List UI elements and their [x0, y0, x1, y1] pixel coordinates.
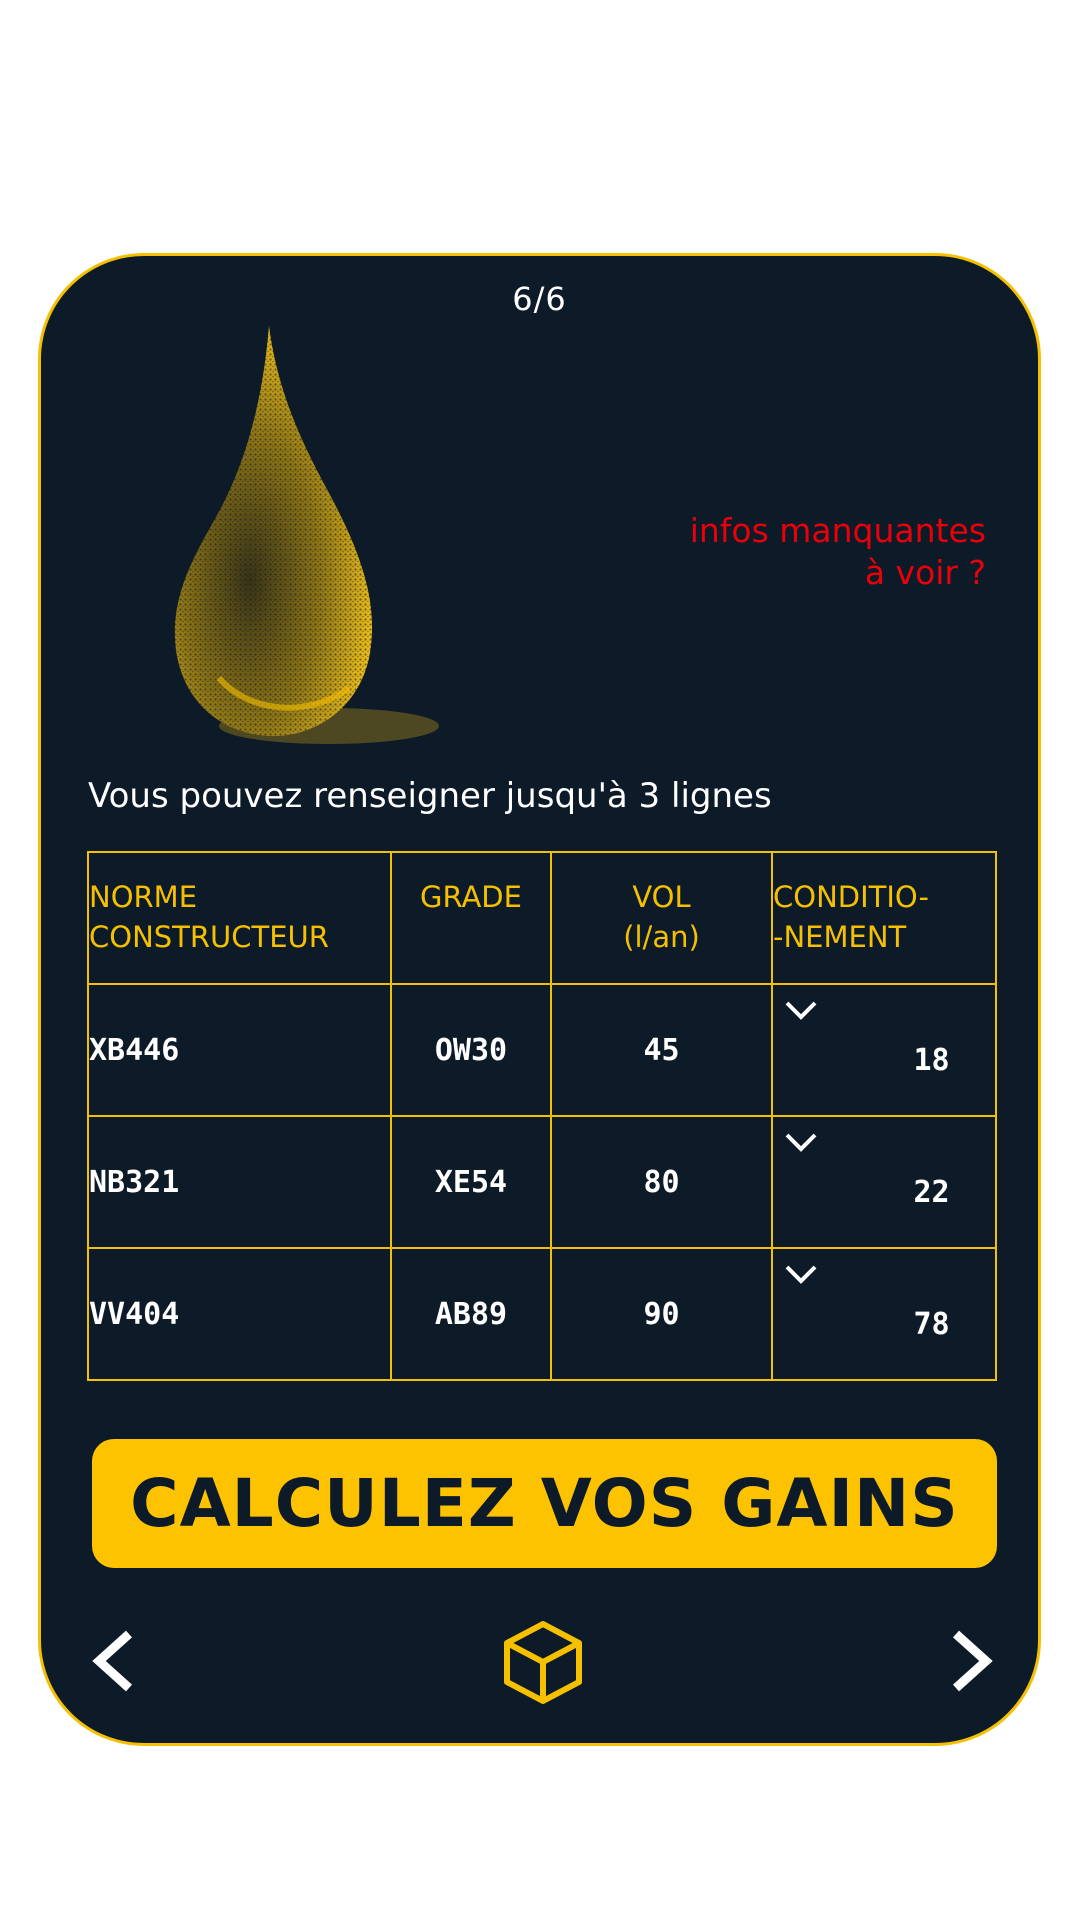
table-row: XB446 OW30 45 18: [87, 983, 997, 1117]
grade-cell[interactable]: XE54: [390, 1115, 552, 1249]
header-norme-line2: CONSTRUCTEUR: [89, 920, 329, 954]
conditionnement-value: 22: [913, 1175, 950, 1210]
header-norme: NORME CONSTRUCTEUR: [87, 851, 392, 985]
header-vol-line1: VOL: [632, 880, 691, 914]
norme-cell[interactable]: VV404: [87, 1247, 392, 1381]
oil-drop-icon: [174, 326, 439, 744]
chevron-down-icon[interactable]: [783, 1263, 819, 1287]
instruction-text: Vous pouvez renseigner jusqu'à 3 lignes: [88, 776, 772, 816]
page-counter: 6/6: [512, 280, 567, 318]
vol-cell[interactable]: 80: [550, 1115, 773, 1249]
conditionnement-wrap: 22: [773, 1117, 995, 1247]
norme-cell[interactable]: XB446: [87, 983, 392, 1117]
conditionnement-wrap: 78: [773, 1249, 995, 1379]
missing-info-line1: infos manquantes: [689, 511, 986, 550]
header-vol-line2: (l/an): [623, 920, 700, 954]
header-grade-label: GRADE: [420, 880, 522, 914]
conditionnement-wrap: 18: [773, 985, 995, 1115]
missing-info-line2: à voir ?: [864, 553, 986, 592]
oil-table: NORME CONSTRUCTEUR GRADE VOL (l/an) COND…: [87, 851, 997, 1381]
table-row: NB321 XE54 80 22: [87, 1115, 997, 1249]
grade-cell[interactable]: OW30: [390, 983, 552, 1117]
header-cond-line2: -NEMENT: [773, 920, 907, 954]
calculator-card: 6/6 infos manquantes à voir ? Vous pouve…: [38, 253, 1041, 1746]
header-conditionnement: CONDITIO- -NEMENT: [771, 851, 997, 985]
chevron-down-icon[interactable]: [783, 999, 819, 1023]
vol-cell[interactable]: 90: [550, 1247, 773, 1381]
vol-cell[interactable]: 45: [550, 983, 773, 1117]
cube-icon[interactable]: [501, 1618, 585, 1706]
conditionnement-value: 78: [913, 1307, 950, 1342]
missing-info-link[interactable]: infos manquantes à voir ?: [690, 510, 986, 594]
calculate-gains-button[interactable]: CALCULEZ VOS GAINS: [92, 1439, 997, 1568]
conditionnement-select[interactable]: 18: [771, 983, 997, 1117]
conditionnement-select[interactable]: 22: [771, 1115, 997, 1249]
header-cond-line1: CONDITIO-: [773, 880, 930, 914]
conditionnement-value: 18: [913, 1043, 950, 1078]
header-grade: GRADE: [390, 851, 552, 985]
chevron-down-icon[interactable]: [783, 1131, 819, 1155]
header-vol: VOL (l/an): [550, 851, 773, 985]
conditionnement-select[interactable]: 78: [771, 1247, 997, 1381]
grade-cell[interactable]: AB89: [390, 1247, 552, 1381]
chevron-right-icon[interactable]: [940, 1626, 1000, 1696]
table-header-row: NORME CONSTRUCTEUR GRADE VOL (l/an) COND…: [87, 851, 997, 985]
header-norme-line1: NORME: [89, 880, 198, 914]
table-row: VV404 AB89 90 78: [87, 1247, 997, 1381]
chevron-left-icon[interactable]: [85, 1626, 145, 1696]
norme-cell[interactable]: NB321: [87, 1115, 392, 1249]
